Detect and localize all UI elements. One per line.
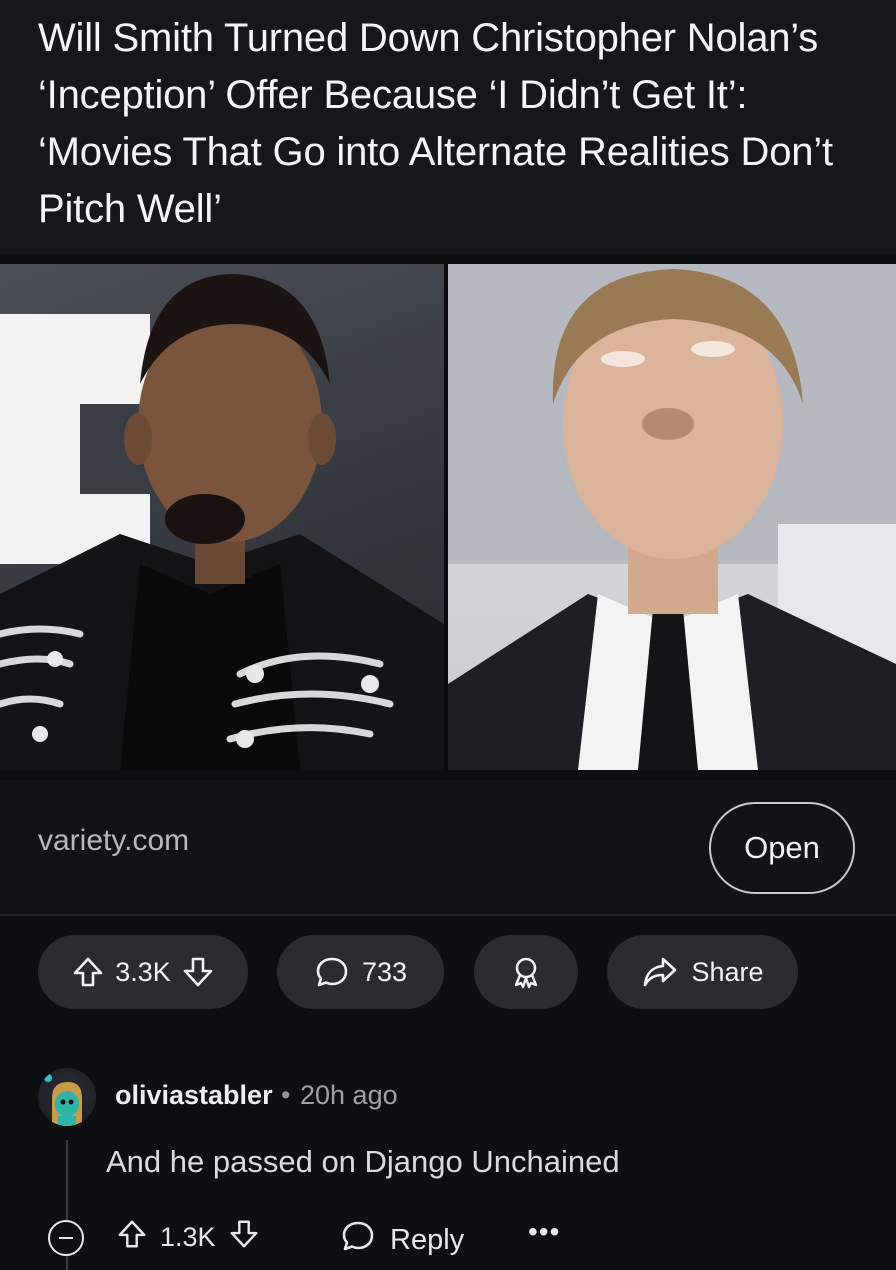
comment-username[interactable]: oliviastabler bbox=[115, 1080, 273, 1111]
photo-left bbox=[0, 264, 444, 770]
photo-right bbox=[448, 264, 896, 770]
user-avatar[interactable] bbox=[38, 1068, 96, 1126]
post-vote-count: 3.3K bbox=[115, 956, 171, 987]
comment-vote-control: 1.3K bbox=[116, 1218, 260, 1257]
comment-actions: 1.3K Reply ••• bbox=[0, 1208, 896, 1268]
comment-body: And he passed on Django Unchained bbox=[106, 1144, 620, 1179]
avatar-illustration bbox=[44, 1074, 82, 1126]
open-link-button[interactable]: Open bbox=[709, 802, 855, 894]
share-icon bbox=[641, 955, 679, 989]
post-title[interactable]: Will Smith Turned Down Christopher Nolan… bbox=[38, 10, 868, 238]
share-button[interactable]: Share bbox=[607, 935, 798, 1009]
upvote-icon[interactable] bbox=[71, 955, 105, 989]
photo-left-illustration bbox=[0, 274, 444, 770]
collapse-thread-icon[interactable] bbox=[48, 1220, 84, 1256]
comment-count: 733 bbox=[361, 956, 408, 987]
reply-label: Reply bbox=[390, 1223, 465, 1256]
post-thumbnail[interactable] bbox=[0, 264, 896, 770]
reply-button[interactable]: Reply bbox=[340, 1218, 464, 1262]
link-domain[interactable]: variety.com bbox=[38, 824, 189, 858]
comment-icon bbox=[314, 954, 350, 990]
comment: oliviastabler • 20h ago And he passed on… bbox=[0, 1060, 896, 1270]
comment-downvote-icon[interactable] bbox=[228, 1218, 260, 1257]
more-options-icon[interactable]: ••• bbox=[528, 1216, 560, 1248]
comment-vote-count: 1.3K bbox=[160, 1222, 216, 1252]
post-headline-container[interactable]: Will Smith Turned Down Christopher Nolan… bbox=[0, 0, 896, 254]
link-preview-bar[interactable]: variety.com Open bbox=[0, 780, 896, 916]
share-label: Share bbox=[691, 956, 764, 987]
comments-button[interactable]: 733 bbox=[277, 935, 444, 1009]
meta-separator: • bbox=[281, 1080, 291, 1110]
comment-timestamp: 20h ago bbox=[300, 1080, 398, 1110]
photo-right-illustration bbox=[448, 264, 896, 770]
reply-icon bbox=[340, 1218, 376, 1262]
award-button[interactable] bbox=[474, 935, 578, 1009]
vote-control: 3.3K bbox=[38, 935, 248, 1009]
downvote-icon[interactable] bbox=[181, 955, 215, 989]
award-icon bbox=[508, 954, 544, 990]
comment-upvote-icon[interactable] bbox=[116, 1218, 148, 1257]
